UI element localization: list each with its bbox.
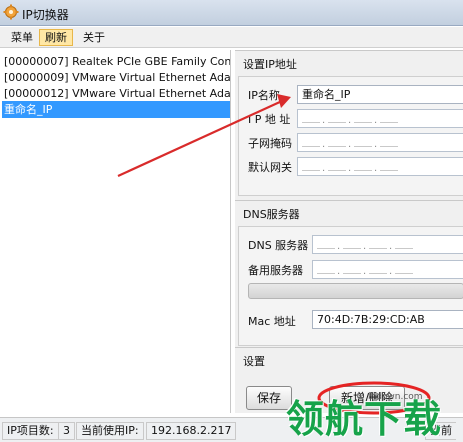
ip-count-value: 3 — [58, 422, 75, 440]
backup-dns-input[interactable]: . . . — [312, 260, 463, 279]
watermark-site: lhdown.com — [368, 392, 423, 402]
ip-name-input[interactable]: 重命名_IP — [297, 85, 463, 104]
ip-settings-section: 设置IP地址 IP名称 重命名_IP I P 地 址 . . . 子网掩码 . … — [235, 50, 463, 196]
gateway-label: 默认网关 — [248, 161, 292, 174]
menu-bar: 菜单 刷新 关于 — [0, 27, 463, 48]
adapter-item-selected[interactable]: 重命名_IP — [2, 101, 230, 118]
app-gear-icon — [3, 4, 19, 20]
mac-address-field: 70:4D:7B:29:CD:AB — [312, 310, 463, 329]
adapter-item[interactable]: [00000007] Realtek PCIe GBE Family Contr — [2, 53, 230, 70]
current-ip-label: 当前使用IP: — [76, 422, 144, 440]
dns-section: DNS服务器 DNS 服务器 . . . 备用服务器 . . . Mac 地址 … — [235, 200, 463, 346]
ip-address-input[interactable]: . . . — [297, 109, 463, 128]
gateway-input[interactable]: . . . — [297, 157, 463, 176]
backup-dns-label: 备用服务器 — [248, 264, 303, 277]
adapter-list[interactable]: [00000007] Realtek PCIe GBE Family Contr… — [0, 50, 231, 413]
adapter-item[interactable]: [00000012] VMware Virtual Ethernet Adap — [2, 85, 230, 102]
ip-address-label: I P 地 址 — [248, 113, 291, 126]
dns-section-title: DNS服务器 — [243, 208, 300, 221]
ip-name-label: IP名称 — [248, 89, 280, 102]
menu-item-refresh[interactable]: 刷新 — [39, 29, 73, 46]
dns-action-bar[interactable] — [248, 283, 463, 299]
ip-count-label: IP项目数: — [2, 422, 59, 440]
subnet-mask-input[interactable]: . . . — [297, 133, 463, 152]
subnet-mask-label: 子网掩码 — [248, 137, 292, 150]
menu-item-menu[interactable]: 菜单 — [5, 29, 39, 46]
window-title: IP切换器 — [22, 8, 69, 22]
settings-section-title: 设置 — [243, 355, 265, 368]
dns-group: DNS 服务器 . . . 备用服务器 . . . Mac 地址 70:4D:7… — [238, 226, 463, 346]
adapter-item[interactable]: [00000009] VMware Virtual Ethernet Adap — [2, 69, 230, 86]
dns-server-label: DNS 服务器 — [248, 239, 309, 252]
menu-item-about[interactable]: 关于 — [77, 29, 111, 46]
settings-panel: 设置IP地址 IP名称 重命名_IP I P 地 址 . . . 子网掩码 . … — [235, 50, 463, 413]
title-bar: IP切换器 — [0, 0, 463, 26]
dns-server-input[interactable]: . . . — [312, 235, 463, 254]
ip-section-title: 设置IP地址 — [243, 58, 297, 71]
ip-settings-group: IP名称 重命名_IP I P 地 址 . . . 子网掩码 . . . 默认网… — [238, 76, 463, 196]
current-ip-value: 192.168.2.217 — [146, 422, 237, 440]
mac-address-label: Mac 地址 — [248, 315, 296, 328]
